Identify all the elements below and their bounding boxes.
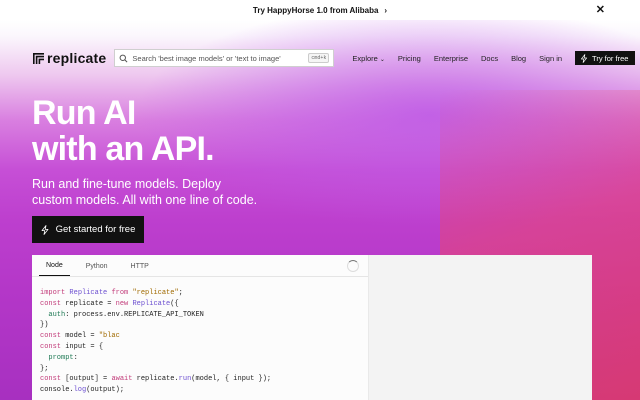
banner-text[interactable]: Try HappyHorse 1.0 from Alibaba xyxy=(253,6,379,15)
chevron-right-icon: › xyxy=(384,5,388,15)
nav-link-enterprise[interactable]: Enterprise xyxy=(434,54,468,63)
output-preview-pane xyxy=(369,255,592,400)
try-for-free-button[interactable]: Try for free xyxy=(575,51,636,65)
code-pane: Node Python HTTP import Replicate from "… xyxy=(32,255,369,400)
nav-link-explore[interactable]: Explore ⌄ xyxy=(352,54,384,63)
logo[interactable]: replicate xyxy=(32,50,106,66)
get-started-button[interactable]: Get started for free xyxy=(32,216,144,243)
tab-node[interactable]: Node xyxy=(39,262,70,276)
tab-python[interactable]: Python xyxy=(79,263,115,276)
lightning-icon xyxy=(580,53,588,63)
nav-link-sign-in[interactable]: Sign in xyxy=(539,54,562,63)
top-nav: replicate cmd+k Explore⌄ Pricing Enterpr… xyxy=(32,48,636,68)
announcement-banner[interactable]: Try HappyHorse 1.0 from Alibaba › ✕ xyxy=(0,0,640,20)
tab-http[interactable]: HTTP xyxy=(124,263,156,276)
get-started-label: Get started for free xyxy=(55,224,136,235)
lightning-icon xyxy=(41,224,49,235)
try-for-free-label: Try for free xyxy=(592,53,629,63)
hero-headline: Run AI with an API. xyxy=(32,95,332,167)
headline-line-1: Run AI xyxy=(32,94,136,132)
subtitle-line-2: custom models. All with one line of code… xyxy=(32,193,258,207)
subtitle-line-1: Run and fine-tune models. Deploy xyxy=(32,177,222,191)
nav-link-pricing[interactable]: Pricing xyxy=(398,54,421,63)
headline-line-2: with an API. xyxy=(32,130,215,168)
chevron-down-icon: ⌄ xyxy=(379,56,385,63)
logo-text: replicate xyxy=(47,50,107,66)
nav-link-blog[interactable]: Blog xyxy=(511,54,526,63)
code-example-panel: Node Python HTTP import Replicate from "… xyxy=(32,255,592,400)
search-input[interactable] xyxy=(132,53,309,63)
hero-subtitle: Run and fine-tune models. Deploy custom … xyxy=(32,176,302,208)
code-snippet: import Replicate from "replicate"; const… xyxy=(40,289,272,395)
loading-spinner-icon xyxy=(347,260,359,272)
replicate-logo-icon xyxy=(33,52,44,64)
search-icon xyxy=(119,54,128,62)
language-tabs: Node Python HTTP xyxy=(32,255,368,277)
search-shortcut-badge: cmd+k xyxy=(308,53,330,63)
nav-link-docs[interactable]: Docs xyxy=(481,54,498,63)
search-box[interactable]: cmd+k xyxy=(114,49,335,67)
close-icon[interactable]: ✕ xyxy=(596,4,605,16)
nav-links: Explore ⌄ Pricing Enterprise Docs Blog Si… xyxy=(352,54,575,63)
